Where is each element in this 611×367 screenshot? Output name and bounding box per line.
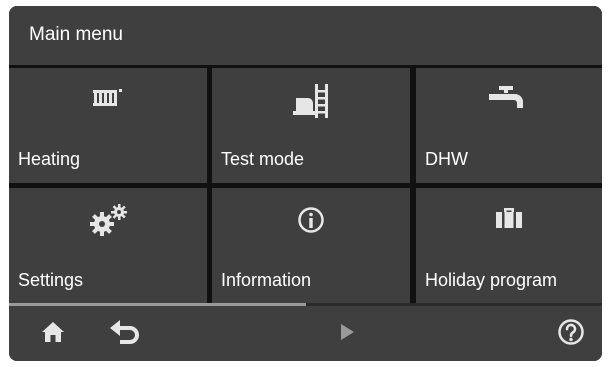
- tile-information[interactable]: Information: [212, 188, 410, 304]
- home-icon: [41, 321, 65, 348]
- gears-icon: [86, 202, 130, 243]
- chimney-sweep-icon: [293, 82, 329, 125]
- tile-dhw[interactable]: DHW: [416, 68, 602, 183]
- home-button[interactable]: [33, 317, 73, 351]
- tile-settings[interactable]: Settings: [9, 188, 207, 304]
- tile-label: Settings: [18, 270, 84, 290]
- tile-label: DHW: [425, 149, 468, 169]
- main-menu-screen: Main menu Heating Test mode DHW Settings…: [9, 6, 602, 361]
- tile-label: Heating: [18, 149, 81, 169]
- bottom-bar: [9, 306, 602, 361]
- tile-label: Information: [221, 270, 312, 290]
- help-icon: [557, 318, 585, 351]
- next-page-button[interactable]: [327, 317, 367, 351]
- tile-label: Test mode: [221, 149, 305, 169]
- header-bar: Main menu: [9, 6, 602, 65]
- back-arrow-icon: [108, 319, 142, 350]
- play-next-icon: [339, 323, 355, 346]
- tap-icon: [489, 84, 529, 123]
- help-button[interactable]: [551, 317, 591, 351]
- tile-label: Holiday program: [425, 270, 558, 290]
- suitcase-icon: [495, 204, 523, 235]
- tile-test-mode[interactable]: Test mode: [212, 68, 410, 183]
- page-title: Main menu: [29, 24, 123, 45]
- tile-holiday-program[interactable]: Holiday program: [416, 188, 602, 304]
- radiator-icon: [91, 86, 125, 113]
- info-icon: [297, 206, 325, 239]
- back-button[interactable]: [105, 317, 145, 351]
- menu-grid: Heating Test mode DHW Settings Informati…: [9, 68, 602, 304]
- tile-heating[interactable]: Heating: [9, 68, 207, 183]
